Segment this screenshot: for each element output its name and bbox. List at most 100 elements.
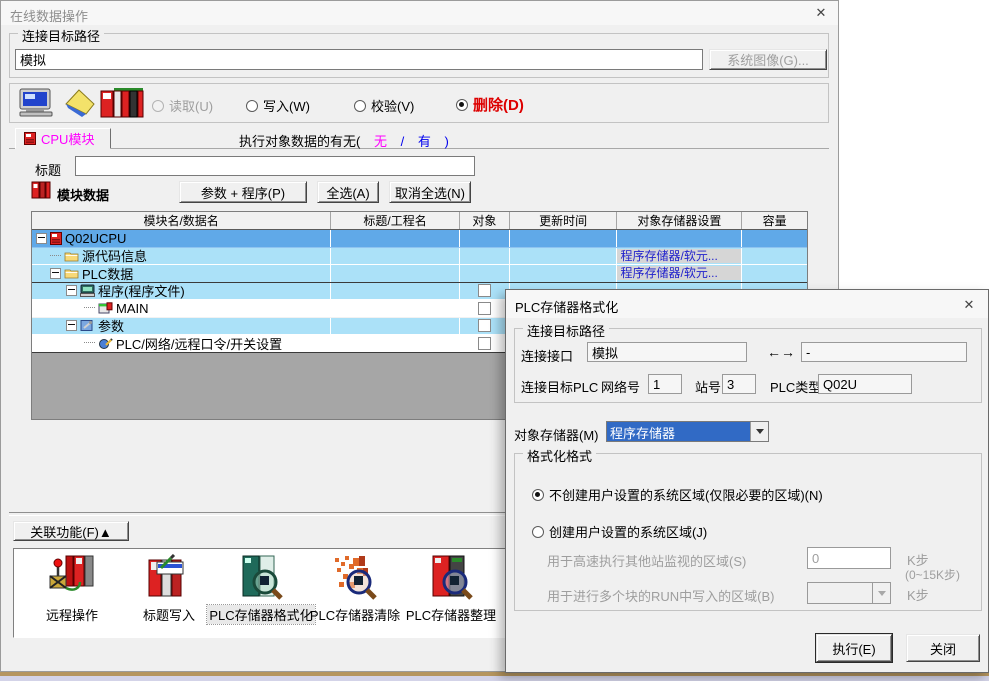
title-write-label: 标题写入 [141, 605, 197, 624]
collapse-icon[interactable] [50, 268, 61, 279]
title-bar[interactable]: 在线数据操作 ✕ [1, 1, 838, 25]
target-memory-combobox[interactable]: 程序存储器 [606, 421, 769, 442]
run-write-area-value [808, 583, 872, 603]
target-memory-value: 程序存储器 [607, 422, 750, 441]
target-checkbox[interactable] [478, 302, 491, 315]
tree-item-label: 参数 [98, 318, 124, 335]
network-number-label: 网络号 [601, 377, 640, 396]
radio-delete-circle[interactable] [456, 99, 468, 111]
operation-group: 读取(U) 写入(W) 校验(V) 删除(D) [9, 83, 829, 123]
close-button[interactable]: 关闭 [906, 634, 980, 662]
connection-path-group: 连接目标路径 连接接口 ←→ 连接目标PLC 网络号 站号 PLC类型 [514, 328, 982, 403]
plc-memory-format-item[interactable]: PLC存储器格式化 [204, 554, 318, 624]
high-speed-area-input [807, 547, 891, 569]
plc-memory-format-dialog: PLC存储器格式化 ✕ 连接目标路径 连接接口 ←→ 连接目标PLC 网络号 站… [505, 289, 989, 673]
tab-cpu-module[interactable]: CPU模块 [15, 128, 111, 149]
exec-presence-suffix: ) [445, 134, 449, 149]
plc-memory-format-label: PLC存储器格式化 [207, 605, 314, 624]
related-functions-toggle-button[interactable]: 关联功能(F)▲ [13, 521, 129, 541]
select-all-button[interactable]: 全选(A) [317, 181, 379, 203]
title-field-input[interactable] [75, 156, 475, 176]
plc-rack-icon [100, 87, 144, 119]
title-write-item[interactable]: 标题写入 [129, 554, 209, 624]
target-plc-label: 连接目标PLC [521, 377, 598, 396]
tree-connector [84, 342, 95, 344]
plc-network-setting-icon [98, 337, 113, 350]
plc-memory-clear-icon [329, 554, 381, 602]
memory-setting-cell[interactable]: 程序存储器/软元... [617, 249, 741, 263]
deselect-all-button[interactable]: 取消全选(N) [389, 181, 471, 203]
high-speed-area-label: 用于高速执行其他站监视的区域(S) [547, 551, 746, 570]
run-write-area-unit: K步 [907, 585, 929, 604]
radio-read-circle[interactable] [152, 100, 164, 112]
run-write-area-combobox [807, 582, 891, 604]
radio-read[interactable]: 读取(U) [152, 96, 213, 115]
close-icon[interactable]: ✕ [812, 5, 830, 21]
radio-verify[interactable]: 校验(V) [354, 96, 414, 115]
radio-create-user-area[interactable]: 创建用户设置的系统区域(J) [532, 522, 707, 541]
screen: 在线数据操作 ✕ 连接目标路径 系统图像(G)... 读取(U) [0, 0, 989, 681]
collapse-icon[interactable] [36, 233, 47, 244]
run-write-area-label: 用于进行多个块的RUN中写入的区域(B) [547, 586, 775, 605]
station-number-input [722, 374, 756, 394]
radio-no-user-area-circle[interactable] [532, 489, 544, 501]
radio-verify-circle[interactable] [354, 100, 366, 112]
exec-presence-none: 无 [364, 134, 397, 149]
header-capacity: 容量 [742, 212, 807, 229]
exec-presence-prefix: 执行对象数据的有无( [239, 134, 360, 149]
table-row[interactable]: 源代码信息 程序存储器/软元... [32, 248, 807, 266]
tree-item-label: Q02UCPU [65, 231, 126, 246]
header-memory-setting: 对象存储器设置 [617, 212, 742, 229]
remote-operation-item[interactable]: 远程操作 [32, 554, 112, 624]
tree-item-label: 程序(程序文件) [98, 283, 185, 300]
left-right-arrow-icon: ←→ [767, 344, 795, 360]
memory-setting-cell[interactable]: 程序存储器/软元... [617, 266, 741, 280]
cpu-icon [50, 232, 62, 245]
exec-presence-exist: 有 [408, 134, 441, 149]
dropdown-arrow-icon[interactable] [750, 422, 768, 441]
title-write-icon [143, 554, 195, 602]
radio-create-user-area-circle[interactable] [532, 526, 544, 538]
header-title-project: 标题/工程名 [331, 212, 460, 229]
radio-no-user-area[interactable]: 不创建用户设置的系统区域(仅限必要的区域)(N) [532, 485, 823, 504]
system-image-button[interactable]: 系统图像(G)... [709, 49, 827, 70]
target-checkbox[interactable] [478, 337, 491, 350]
target-checkbox[interactable] [478, 319, 491, 332]
radio-write-circle[interactable] [246, 100, 258, 112]
interface-label: 连接接口 [521, 346, 573, 365]
remote-operation-label: 远程操作 [44, 605, 100, 624]
title-bar[interactable]: PLC存储器格式化 ✕ [506, 290, 988, 318]
collapse-icon[interactable] [66, 320, 77, 331]
high-speed-area-range: (0~15K步) [905, 566, 960, 583]
table-row[interactable]: PLC数据 程序存储器/软元... [32, 265, 807, 283]
radio-write[interactable]: 写入(W) [246, 96, 310, 115]
remote-operation-icon [46, 554, 98, 602]
execute-button[interactable]: 执行(E) [816, 634, 892, 662]
exec-presence-text: 执行对象数据的有无( 无 / 有 ) [239, 131, 449, 150]
plc-memory-clear-item[interactable]: PLC存储器清除 [302, 554, 408, 624]
connection-path-group-label: 连接目标路径 [523, 321, 609, 340]
eraser-icon [62, 88, 96, 118]
folder-icon [64, 250, 79, 262]
plc-memory-arrange-item[interactable]: PLC存储器整理 [398, 554, 504, 624]
collapse-icon[interactable] [66, 285, 77, 296]
cpu-module-icon [24, 132, 36, 145]
table-row[interactable]: Q02UCPU [32, 230, 807, 248]
radio-delete[interactable]: 删除(D) [456, 94, 524, 115]
tree-item-label: MAIN [116, 301, 149, 316]
plc-memory-arrange-label: PLC存储器整理 [404, 605, 498, 624]
close-icon[interactable]: ✕ [960, 297, 978, 313]
format-style-group: 格式化格式 不创建用户设置的系统区域(仅限必要的区域)(N) 创建用户设置的系统… [514, 453, 982, 611]
target-checkbox[interactable] [478, 284, 491, 297]
dropdown-arrow-icon [872, 583, 890, 603]
header-target: 对象 [460, 212, 510, 229]
parameter-icon [80, 319, 95, 332]
radio-no-user-area-label: 不创建用户设置的系统区域(仅限必要的区域)(N) [549, 485, 823, 504]
plc-type-input [818, 374, 912, 394]
connection-path-group: 连接目标路径 系统图像(G)... [9, 33, 829, 78]
module-data-label: 模块数据 [57, 185, 109, 204]
dialog-title: PLC存储器格式化 [515, 297, 618, 316]
interface-target-input [801, 342, 967, 362]
param-program-button[interactable]: 参数 + 程序(P) [179, 181, 307, 203]
connection-path-input[interactable] [15, 49, 703, 70]
